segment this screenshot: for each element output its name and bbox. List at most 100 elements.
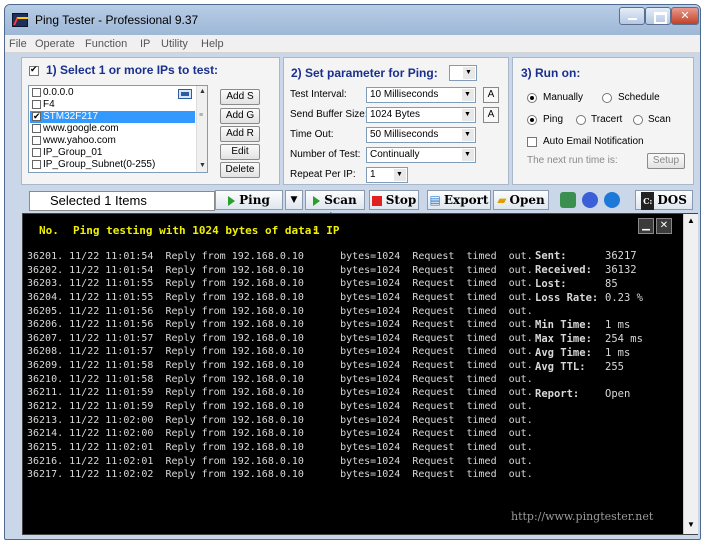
log-line: 36213. 11/22 11:02:00 Reply from 192.168… <box>27 414 533 426</box>
select-ips-panel: ✔ 1) Select 1 or more IPs to test: 0.0.0… <box>21 57 280 185</box>
export-icon: ▤ <box>429 193 441 207</box>
website-watermark: http://www.pingtester.net <box>511 510 654 523</box>
tracert-radio[interactable] <box>576 115 586 125</box>
ip-checkbox[interactable] <box>32 124 41 133</box>
console-scrollbar[interactable]: ▲ ▼ <box>683 214 698 534</box>
ip-list-item[interactable]: IP_Group_01 <box>30 147 195 159</box>
menu-bar: File Operate Function IP Utility Help <box>5 35 700 53</box>
log-line: 36217. 11/22 11:02:02 Reply from 192.168… <box>27 469 533 481</box>
scroll-up-icon[interactable]: ▲ <box>199 88 206 95</box>
scan-radio[interactable] <box>633 115 643 125</box>
ip-list[interactable]: 0.0.0.0 F4 STM32F217 www.google.com www.… <box>28 85 208 173</box>
delete-button[interactable]: Delete <box>220 162 260 178</box>
ip-checkbox[interactable] <box>32 148 41 157</box>
timeout-select[interactable]: 50 Milliseconds <box>366 127 476 143</box>
console-log: 36201. 11/22 11:01:54 Reply from 192.168… <box>27 250 533 482</box>
repeat-select[interactable]: 1 <box>366 167 408 183</box>
menu-file[interactable]: File <box>9 38 27 50</box>
a-button[interactable]: A <box>483 107 499 123</box>
chevron-down-icon <box>463 67 475 79</box>
test-interval-select[interactable]: 10 Milliseconds <box>366 87 476 103</box>
manually-radio[interactable] <box>527 93 537 103</box>
run-on-title: 3) Run on: <box>521 66 581 80</box>
send-buffer-select[interactable]: 1024 Bytes <box>366 107 476 123</box>
send-buffer-label: Send Buffer Size: <box>290 109 368 120</box>
scan-ip-button[interactable]: Scan ip <box>305 190 365 225</box>
ip-list-item[interactable]: 0.0.0.0 <box>30 87 195 99</box>
log-line: 36209. 11/22 11:01:58 Reply from 192.168… <box>27 360 533 372</box>
ip-checkbox[interactable] <box>32 110 41 122</box>
scroll-up-icon[interactable]: ▲ <box>687 216 695 225</box>
close-button[interactable]: ✕ <box>671 7 699 25</box>
ping-label: Ping <box>543 114 564 125</box>
ip-checkbox[interactable] <box>32 88 41 97</box>
chevron-down-icon <box>462 109 474 121</box>
log-line: 36210. 11/22 11:01:58 Reply from 192.168… <box>27 373 533 385</box>
ping-button[interactable]: Ping <box>215 190 283 210</box>
log-line: 36206. 11/22 11:01:56 Reply from 192.168… <box>27 319 533 331</box>
ping-mode-dropdown[interactable] <box>449 65 477 81</box>
open-button[interactable]: ▰ Open <box>493 190 549 210</box>
num-tests-label: Number of Test: <box>290 149 361 160</box>
scan-label: Scan <box>648 114 671 125</box>
ip-checkbox[interactable] <box>32 100 41 109</box>
ip-checkbox[interactable] <box>32 136 41 145</box>
chevron-down-icon <box>462 129 474 141</box>
edit-button[interactable]: Edit <box>220 144 260 160</box>
log-line: 36212. 11/22 11:01:59 Reply from 192.168… <box>27 401 533 413</box>
maximize-button[interactable] <box>645 7 671 25</box>
add-s-button[interactable]: Add S <box>220 89 260 105</box>
report-open-link[interactable]: Open <box>605 388 630 400</box>
log-line: 36208. 11/22 11:01:57 Reply from 192.168… <box>27 346 533 358</box>
play-icon <box>313 195 321 206</box>
console-header: No. Ping testing with 1024 bytes of data… <box>23 218 697 237</box>
menu-help[interactable]: Help <box>201 38 224 50</box>
export-button[interactable]: ▤ Export <box>427 190 491 210</box>
scroll-down-icon[interactable]: ▼ <box>199 162 206 169</box>
add-g-button[interactable]: Add G <box>220 108 260 124</box>
num-tests-select[interactable]: Continually <box>366 147 476 163</box>
next-run-label: The next run time is: <box>527 155 618 166</box>
a-button[interactable]: A <box>483 87 499 103</box>
ip-list-scrollbar[interactable]: ▲ ≡ ▼ <box>196 86 207 172</box>
add-r-button[interactable]: Add R <box>220 126 260 142</box>
log-line: 36204. 11/22 11:01:55 Reply from 192.168… <box>27 291 533 303</box>
log-line: 36205. 11/22 11:01:56 Reply from 192.168… <box>27 305 533 317</box>
ip-list-item[interactable]: www.yahoo.com <box>30 135 195 147</box>
ip-list-item-selected[interactable]: STM32F217 <box>30 110 195 123</box>
network-icon[interactable] <box>560 192 576 208</box>
console-close-button[interactable]: ✕ <box>656 218 672 234</box>
select-ips-title: 1) Select 1 or more IPs to test: <box>46 63 219 77</box>
browser-icon[interactable] <box>604 192 620 208</box>
console-minimize-button[interactable]: ▁ <box>638 218 654 234</box>
minimize-button[interactable] <box>619 7 645 25</box>
menu-operate[interactable]: Operate <box>35 38 75 50</box>
ping-options-dropdown[interactable]: ▼ <box>285 190 303 210</box>
menu-ip[interactable]: IP <box>140 38 150 50</box>
console-no-label: No. <box>39 224 59 237</box>
log-line: 36207. 11/22 11:01:57 Reply from 192.168… <box>27 332 533 344</box>
run-on-panel: 3) Run on: Manually Schedule Ping Tracer… <box>512 57 694 185</box>
menu-function[interactable]: Function <box>85 38 127 50</box>
dos-button[interactable]: C: DOS <box>635 190 693 210</box>
menu-utility[interactable]: Utility <box>161 38 188 50</box>
log-line: 36203. 11/22 11:01:55 Reply from 192.168… <box>27 278 533 290</box>
ping-radio[interactable] <box>527 115 537 125</box>
window-title: Ping Tester - Professional 9.37 <box>35 13 199 27</box>
select-all-checkbox[interactable]: ✔ <box>29 64 39 76</box>
log-line: 36214. 11/22 11:02:00 Reply from 192.168… <box>27 428 533 440</box>
help-icon[interactable] <box>582 192 598 208</box>
schedule-radio[interactable] <box>602 93 612 103</box>
ip-list-item[interactable]: www.google.com <box>30 123 195 135</box>
ip-list-item[interactable]: F4 <box>30 99 195 111</box>
setup-button[interactable]: Setup <box>647 153 685 169</box>
tracert-label: Tracert <box>591 114 623 125</box>
ip-list-item[interactable]: IP_Group_Subnet(0-255) <box>30 159 195 171</box>
log-line: 36215. 11/22 11:02:01 Reply from 192.168… <box>27 441 533 453</box>
ip-checkbox[interactable] <box>32 160 41 169</box>
scroll-thumb-icon[interactable]: ≡ <box>199 112 203 119</box>
stop-button[interactable]: Stop <box>369 190 419 210</box>
folder-icon: ▰ <box>497 193 507 207</box>
email-checkbox[interactable] <box>527 137 537 147</box>
scroll-down-icon[interactable]: ▼ <box>687 520 695 529</box>
